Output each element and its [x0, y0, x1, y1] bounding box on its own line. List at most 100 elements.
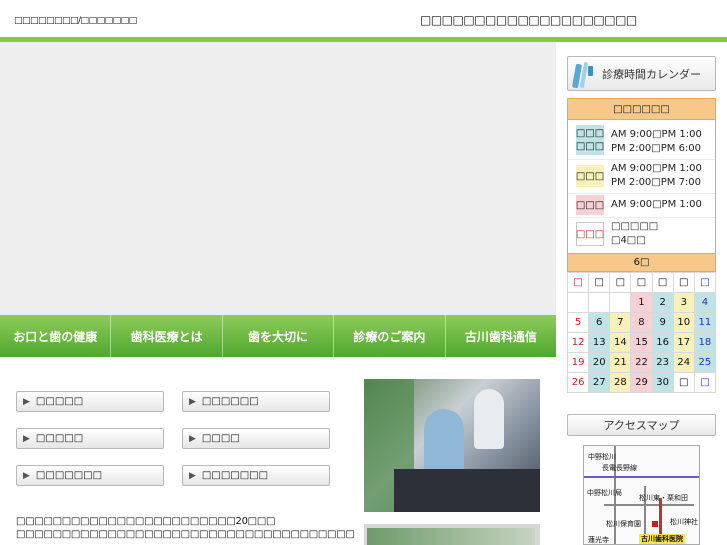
calendar-month: 6□: [567, 254, 716, 272]
calendar-day: 25: [693, 352, 717, 373]
calendar-day: 4: [693, 292, 717, 313]
play-arrow-icon: ▶: [189, 396, 196, 407]
calendar-day: 26: [566, 372, 590, 393]
hours-row: □□□ □□□□□ □4□□: [568, 217, 715, 253]
calendar-day: 9: [651, 312, 674, 333]
calendar-day: 30: [651, 372, 674, 393]
hero-banner: [0, 42, 556, 315]
sub-button-2[interactable]: ▶ □□□□□□: [182, 391, 330, 412]
calendar-day: 12: [566, 332, 590, 353]
header-tagline: □□□□□□□□/□□□□□□□: [14, 16, 137, 26]
calendar-day: 14: [609, 332, 632, 353]
calendar-day: [588, 292, 611, 313]
calendar-day: 22: [630, 352, 653, 373]
hours-text: AM 9:00□PM 1:00 PM 2:00□PM 7:00: [611, 163, 702, 188]
sub-button-label: □□□□□: [35, 433, 84, 444]
calendar-day: [566, 292, 590, 313]
day-badge: □□□: [576, 165, 604, 187]
calendar-day: 16: [651, 332, 674, 353]
day-badge: □□□ □□□: [576, 125, 604, 155]
play-arrow-icon: ▶: [189, 433, 196, 444]
sub-button-6[interactable]: ▶ □□□□□□□: [182, 465, 330, 486]
calendar-weekday: □: [566, 272, 590, 293]
access-map[interactable]: 中野松川 長電長野線 中野松川局 松川東・栗和田 松川保育園 松川神社 蓮光寺 …: [583, 445, 700, 545]
sub-button-label: □□□□□: [35, 396, 84, 407]
calendar-day: 20: [588, 352, 611, 373]
map-label: 中野松川: [588, 453, 616, 461]
calendar-day: 13: [588, 332, 611, 353]
nav-item-dental-care[interactable]: 歯科医療とは: [111, 315, 223, 357]
intro-text-line-2: □□□□□□□□□□□□□□□□□□□□□□□□□□□□□□□□□□□□□: [16, 529, 355, 540]
calendar-day: 1: [630, 292, 653, 313]
play-arrow-icon: ▶: [23, 433, 30, 444]
sub-button-5[interactable]: ▶ □□□□□□□: [16, 465, 164, 486]
nav-item-protect-teeth[interactable]: 歯を大切に: [223, 315, 335, 357]
day-badge: □□□: [576, 195, 604, 215]
hours-row: □□□ AM 9:00□PM 1:00: [568, 193, 715, 218]
sub-button-4[interactable]: ▶ □□□□: [182, 428, 330, 449]
calendar-weekday: □: [693, 272, 717, 293]
calendar-day: 24: [672, 352, 695, 373]
calendar-day: 11: [693, 312, 717, 333]
sub-button-1[interactable]: ▶ □□□□□: [16, 391, 164, 412]
calendar-day: 28: [609, 372, 632, 393]
map-label: 松川保育園: [606, 520, 641, 528]
hours-title: □□□□□□: [568, 99, 715, 120]
sub-button-label: □□□□□□□: [35, 470, 103, 481]
hours-row: □□□ AM 9:00□PM 1:00 PM 2:00□PM 7:00: [568, 159, 715, 194]
hours-row: □□□ □□□ AM 9:00□PM 1:00 PM 2:00□PM 6:00: [568, 120, 715, 160]
hours-text: □□□□□ □4□□: [611, 221, 659, 246]
calendar-weekday: □: [609, 272, 632, 293]
map-label: 松川神社: [670, 518, 698, 526]
calendar-day: 27: [588, 372, 611, 393]
hours-table: □□□□□□ □□□ □□□ AM 9:00□PM 1:00 PM 2:00□P…: [567, 98, 716, 254]
play-arrow-icon: ▶: [23, 470, 30, 481]
calendar-day: 10: [672, 312, 695, 333]
day-badge: □□□: [576, 222, 604, 246]
clinic-marker-icon: [652, 521, 658, 527]
sub-button-label: □□□□: [201, 433, 240, 444]
toothbrush-icon: [570, 60, 598, 88]
header-bar: □□□□□□□□/□□□□□□□ □□□□□□□□□□□□□□□□□□□□: [0, 0, 727, 37]
calendar-day: 19: [566, 352, 590, 373]
calendar-day: 6: [588, 312, 611, 333]
play-arrow-icon: ▶: [23, 396, 30, 407]
clinic-photo: [364, 379, 540, 512]
map-label: 蓮光寺: [588, 536, 609, 544]
sub-button-label: □□□□□□: [201, 396, 259, 407]
calendar-day: 2: [651, 292, 674, 313]
calendar-weekday: □: [651, 272, 674, 293]
calendar-weekday: □: [672, 272, 695, 293]
header-title: □□□□□□□□□□□□□□□□□□□□: [420, 13, 637, 27]
calendar-day: 17: [672, 332, 695, 353]
calendar-day: 5: [566, 312, 590, 333]
calendar-day: □: [672, 372, 695, 393]
play-arrow-icon: ▶: [189, 470, 196, 481]
nav-item-newsletter[interactable]: 古川歯科通信: [446, 315, 556, 357]
calendar-day: [609, 292, 632, 313]
calendar-day: 8: [630, 312, 653, 333]
map-label: 松川東・栗和田: [639, 494, 688, 502]
calendar-day: 15: [630, 332, 653, 353]
calendar-button[interactable]: 診療時間カレンダー: [567, 56, 716, 91]
sub-button-label: □□□□□□□: [201, 470, 269, 481]
calendar-day: 3: [672, 292, 695, 313]
hours-text: AM 9:00□PM 1:00 PM 2:00□PM 6:00: [611, 129, 702, 154]
hours-text: AM 9:00□PM 1:00: [611, 199, 702, 210]
calendar-day: 29: [630, 372, 653, 393]
calendar-grid: □ □ □ □ □ □ □ 1 2 3 4 5 6 7 8 9 10 11 12 13 14 15 16 17 18 19 20 21…: [566, 272, 717, 393]
access-map-button[interactable]: アクセスマップ: [567, 414, 716, 436]
calendar-day: 7: [609, 312, 632, 333]
calendar-day: 23: [651, 352, 674, 373]
map-label: 中野松川局: [587, 489, 622, 497]
calendar-button-label: 診療時間カレンダー: [602, 67, 701, 81]
nav-item-oral-health[interactable]: お口と歯の健康: [0, 315, 112, 357]
nav-item-clinic-guide[interactable]: 診療のご案内: [334, 315, 446, 357]
calendar-day: 18: [693, 332, 717, 353]
map-label-clinic: 古川歯科医院: [639, 534, 685, 544]
map-label: 長電長野線: [602, 464, 637, 472]
main-nav: お口と歯の健康 歯科医療とは 歯を大切に 診療のご案内 古川歯科通信: [0, 315, 556, 357]
sub-button-3[interactable]: ▶ □□□□□: [16, 428, 164, 449]
calendar-day: □: [693, 372, 717, 393]
calendar-weekday: □: [630, 272, 653, 293]
